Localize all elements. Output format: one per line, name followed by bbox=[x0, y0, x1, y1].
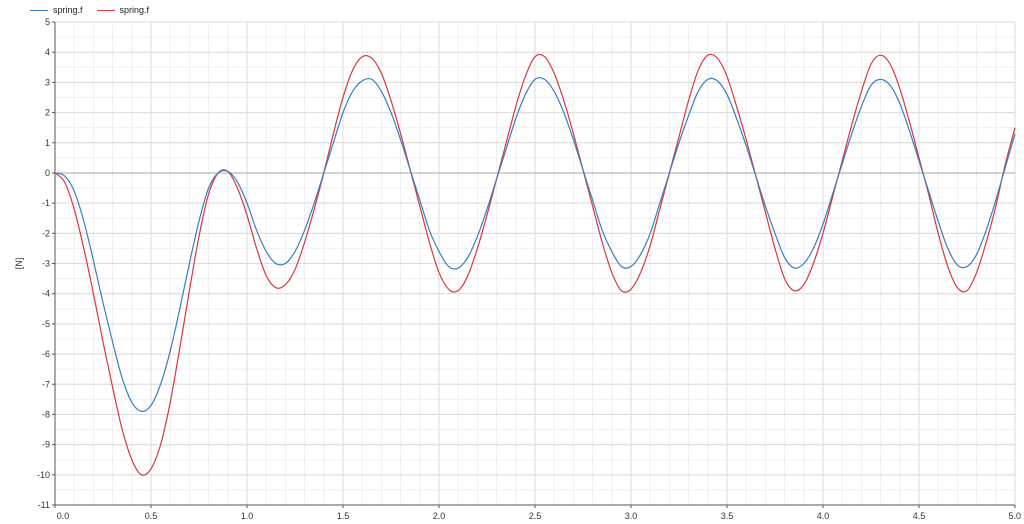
x-tick-label: 2.5 bbox=[529, 511, 542, 521]
y-tick-label: -10 bbox=[37, 470, 50, 480]
y-tick-label: -1 bbox=[42, 198, 50, 208]
y-tick-label: 4 bbox=[45, 47, 50, 57]
y-tick-label: -7 bbox=[42, 379, 50, 389]
y-tick-label: -2 bbox=[42, 228, 50, 238]
grid-major bbox=[54, 21, 1016, 506]
line-chart: 5 4 3 2 1 0 -1 -2 -3 -4 -5 -6 -7 -8 -9 -10 -11 0.0 0.5 1.0… bbox=[14, 17, 1021, 521]
x-tick-label: 1.5 bbox=[337, 511, 350, 521]
x-tick-label: 4.5 bbox=[913, 511, 926, 521]
x-tick-label: 4.0 bbox=[817, 511, 830, 521]
y-tick-label: 0 bbox=[45, 168, 50, 178]
y-tick-label: 2 bbox=[45, 108, 50, 118]
y-tick-label: 1 bbox=[45, 138, 50, 148]
x-tick-label: 0.5 bbox=[145, 511, 158, 521]
x-tick-label: 3.5 bbox=[721, 511, 734, 521]
x-tick-labels: 0.0 0.5 1.0 1.5 2.0 2.5 3.0 3.5 4.0 4.5 5.0 bbox=[54, 505, 1021, 521]
y-tick-label: -8 bbox=[42, 409, 50, 419]
y-tick-labels: 5 4 3 2 1 0 -1 -2 -3 -4 -5 -6 -7 -8 -9 -10 -11 bbox=[37, 17, 55, 510]
x-tick-label: 1.0 bbox=[241, 511, 254, 521]
y-tick-label: -11 bbox=[38, 500, 50, 510]
x-tick-label: 2.0 bbox=[433, 511, 446, 521]
y-tick-label: -6 bbox=[42, 349, 50, 359]
y-tick-label: 5 bbox=[45, 17, 50, 27]
y-tick-label: -5 bbox=[42, 319, 50, 329]
y-tick-label: -9 bbox=[42, 440, 50, 450]
x-tick-label: 5.0 bbox=[1008, 511, 1021, 521]
x-tick-label: 3.0 bbox=[625, 511, 638, 521]
y-tick-label: 3 bbox=[45, 77, 50, 87]
x-tick-label: 0.0 bbox=[57, 511, 70, 521]
y-tick-label: -4 bbox=[42, 289, 50, 299]
y-axis-label: [N] bbox=[14, 258, 24, 270]
y-tick-label: -3 bbox=[42, 259, 50, 269]
